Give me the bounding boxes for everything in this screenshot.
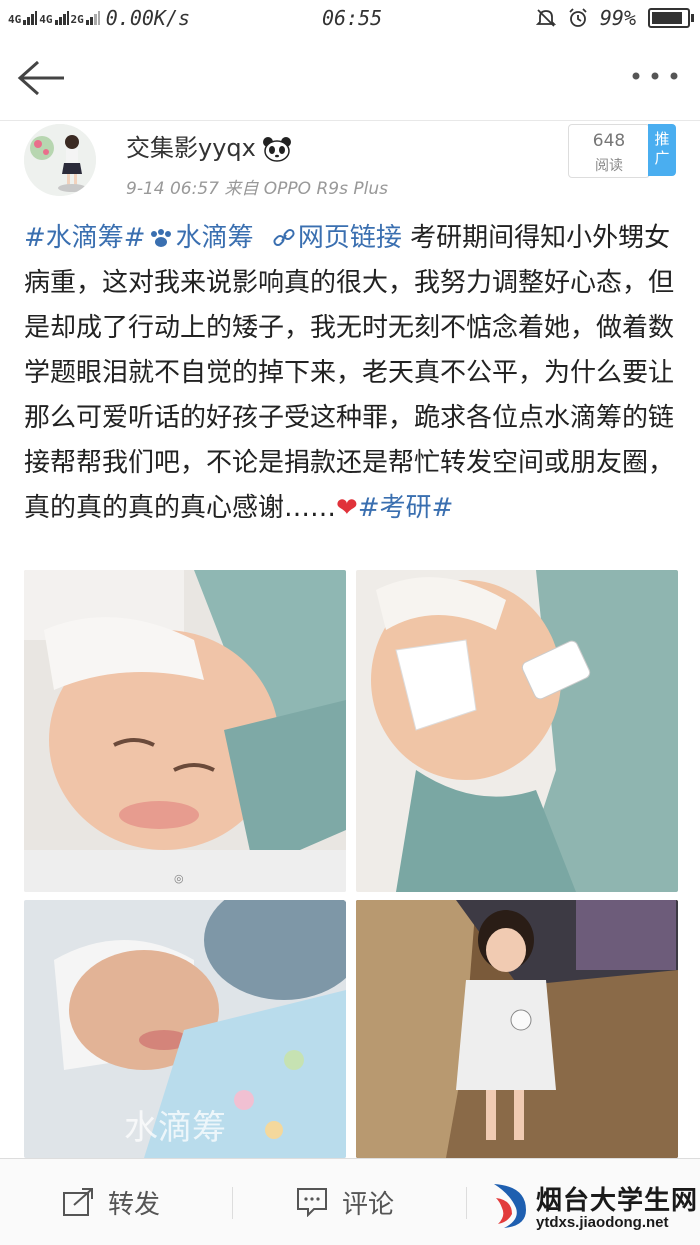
photo-3[interactable]: 水滴筹 — [24, 900, 346, 1158]
shuidichou-watermark: 水滴筹 — [124, 1109, 226, 1147]
signal-label-3: 2G — [70, 13, 84, 26]
post-meta: 9-14 06:57 来自 OPPO R9s Plus — [126, 179, 388, 199]
web-link[interactable]: 网页链接 — [262, 223, 402, 253]
clock: 06:55 — [322, 6, 383, 30]
avatar[interactable] — [24, 124, 96, 196]
more-icon[interactable] — [630, 64, 680, 88]
signal-label-1: 4G — [8, 13, 22, 26]
shuidichou-link[interactable]: 水滴筹 — [146, 223, 254, 253]
read-label: 阅读 — [595, 158, 623, 174]
back-arrow-icon[interactable] — [16, 58, 68, 98]
status-bar: 4G 4G 2G 0.00K/s 06:55 99% — [0, 0, 700, 36]
read-count: 648 — [592, 131, 626, 151]
post-text: 考研期间得知小外甥女病重，这对我来说影响真的很大，我努力调整好心态，但是却成了行… — [24, 223, 675, 523]
avatar-image — [24, 124, 96, 196]
forward-button[interactable]: 转发 — [62, 1159, 160, 1245]
photo-4-image — [356, 900, 678, 1158]
photo-4[interactable] — [356, 900, 678, 1158]
username[interactable]: 交集影yyqx — [126, 128, 292, 163]
post-body: #水滴筹# 水滴筹 网页链接 考研期间得知小外甥女病重，这对我来说影响真的很大，我… — [24, 216, 676, 531]
shuidichou-link-text[interactable]: 水滴筹 — [176, 223, 254, 253]
bottom-divider-1 — [232, 1187, 233, 1219]
top-nav-bar — [0, 36, 700, 121]
site-logo-url: ytdxs.jiaodong.net — [536, 1214, 669, 1231]
signal-icon: 4G 4G 2G — [8, 11, 100, 25]
comment-icon — [297, 1188, 327, 1217]
read-count-box: 648 阅读 — [568, 124, 650, 178]
network-speed: 0.00K/s — [105, 6, 191, 30]
photo-2[interactable] — [356, 570, 678, 892]
mute-bell-icon — [535, 9, 556, 27]
battery-percent: 99% — [599, 6, 636, 30]
comment-label[interactable]: 评论 — [342, 1184, 394, 1221]
heart-icon: ❤ — [336, 493, 358, 523]
promote-button[interactable]: 推广 — [648, 124, 676, 176]
bottom-divider-2 — [466, 1187, 467, 1219]
username-text[interactable]: 交集影yyqx — [126, 134, 256, 162]
web-link-text[interactable]: 网页链接 — [298, 223, 402, 253]
hashtag-kaoyan[interactable]: #考研# — [358, 493, 454, 523]
signal-bars-icon — [23, 11, 38, 25]
site-logo-name: 烟台大学生网 — [536, 1185, 699, 1215]
alarm-icon — [569, 8, 587, 27]
site-logo-icon — [494, 1184, 526, 1228]
battery-icon — [648, 8, 694, 28]
photo-1-watermark: ◎ — [174, 872, 184, 885]
forward-label[interactable]: 转发 — [108, 1184, 160, 1221]
signal-bars-icon-2 — [54, 11, 69, 25]
signal-label-2: 4G — [39, 13, 53, 26]
paw-icon — [150, 229, 171, 247]
comment-button[interactable]: 评论 — [296, 1159, 394, 1245]
photo-1-image — [24, 570, 346, 892]
status-left: 4G 4G 2G 0.00K/s — [8, 6, 190, 30]
forward-icon — [63, 1188, 93, 1216]
photo-1[interactable]: ◎ — [24, 570, 346, 892]
photo-2-image — [356, 570, 678, 892]
signal-bars-icon-3 — [85, 11, 100, 25]
battery-fill — [652, 12, 682, 24]
panda-icon — [262, 137, 291, 162]
hashtag-shuidichou[interactable]: #水滴筹# — [24, 223, 146, 253]
status-right: 99% — [535, 6, 694, 30]
link-icon — [273, 228, 295, 247]
